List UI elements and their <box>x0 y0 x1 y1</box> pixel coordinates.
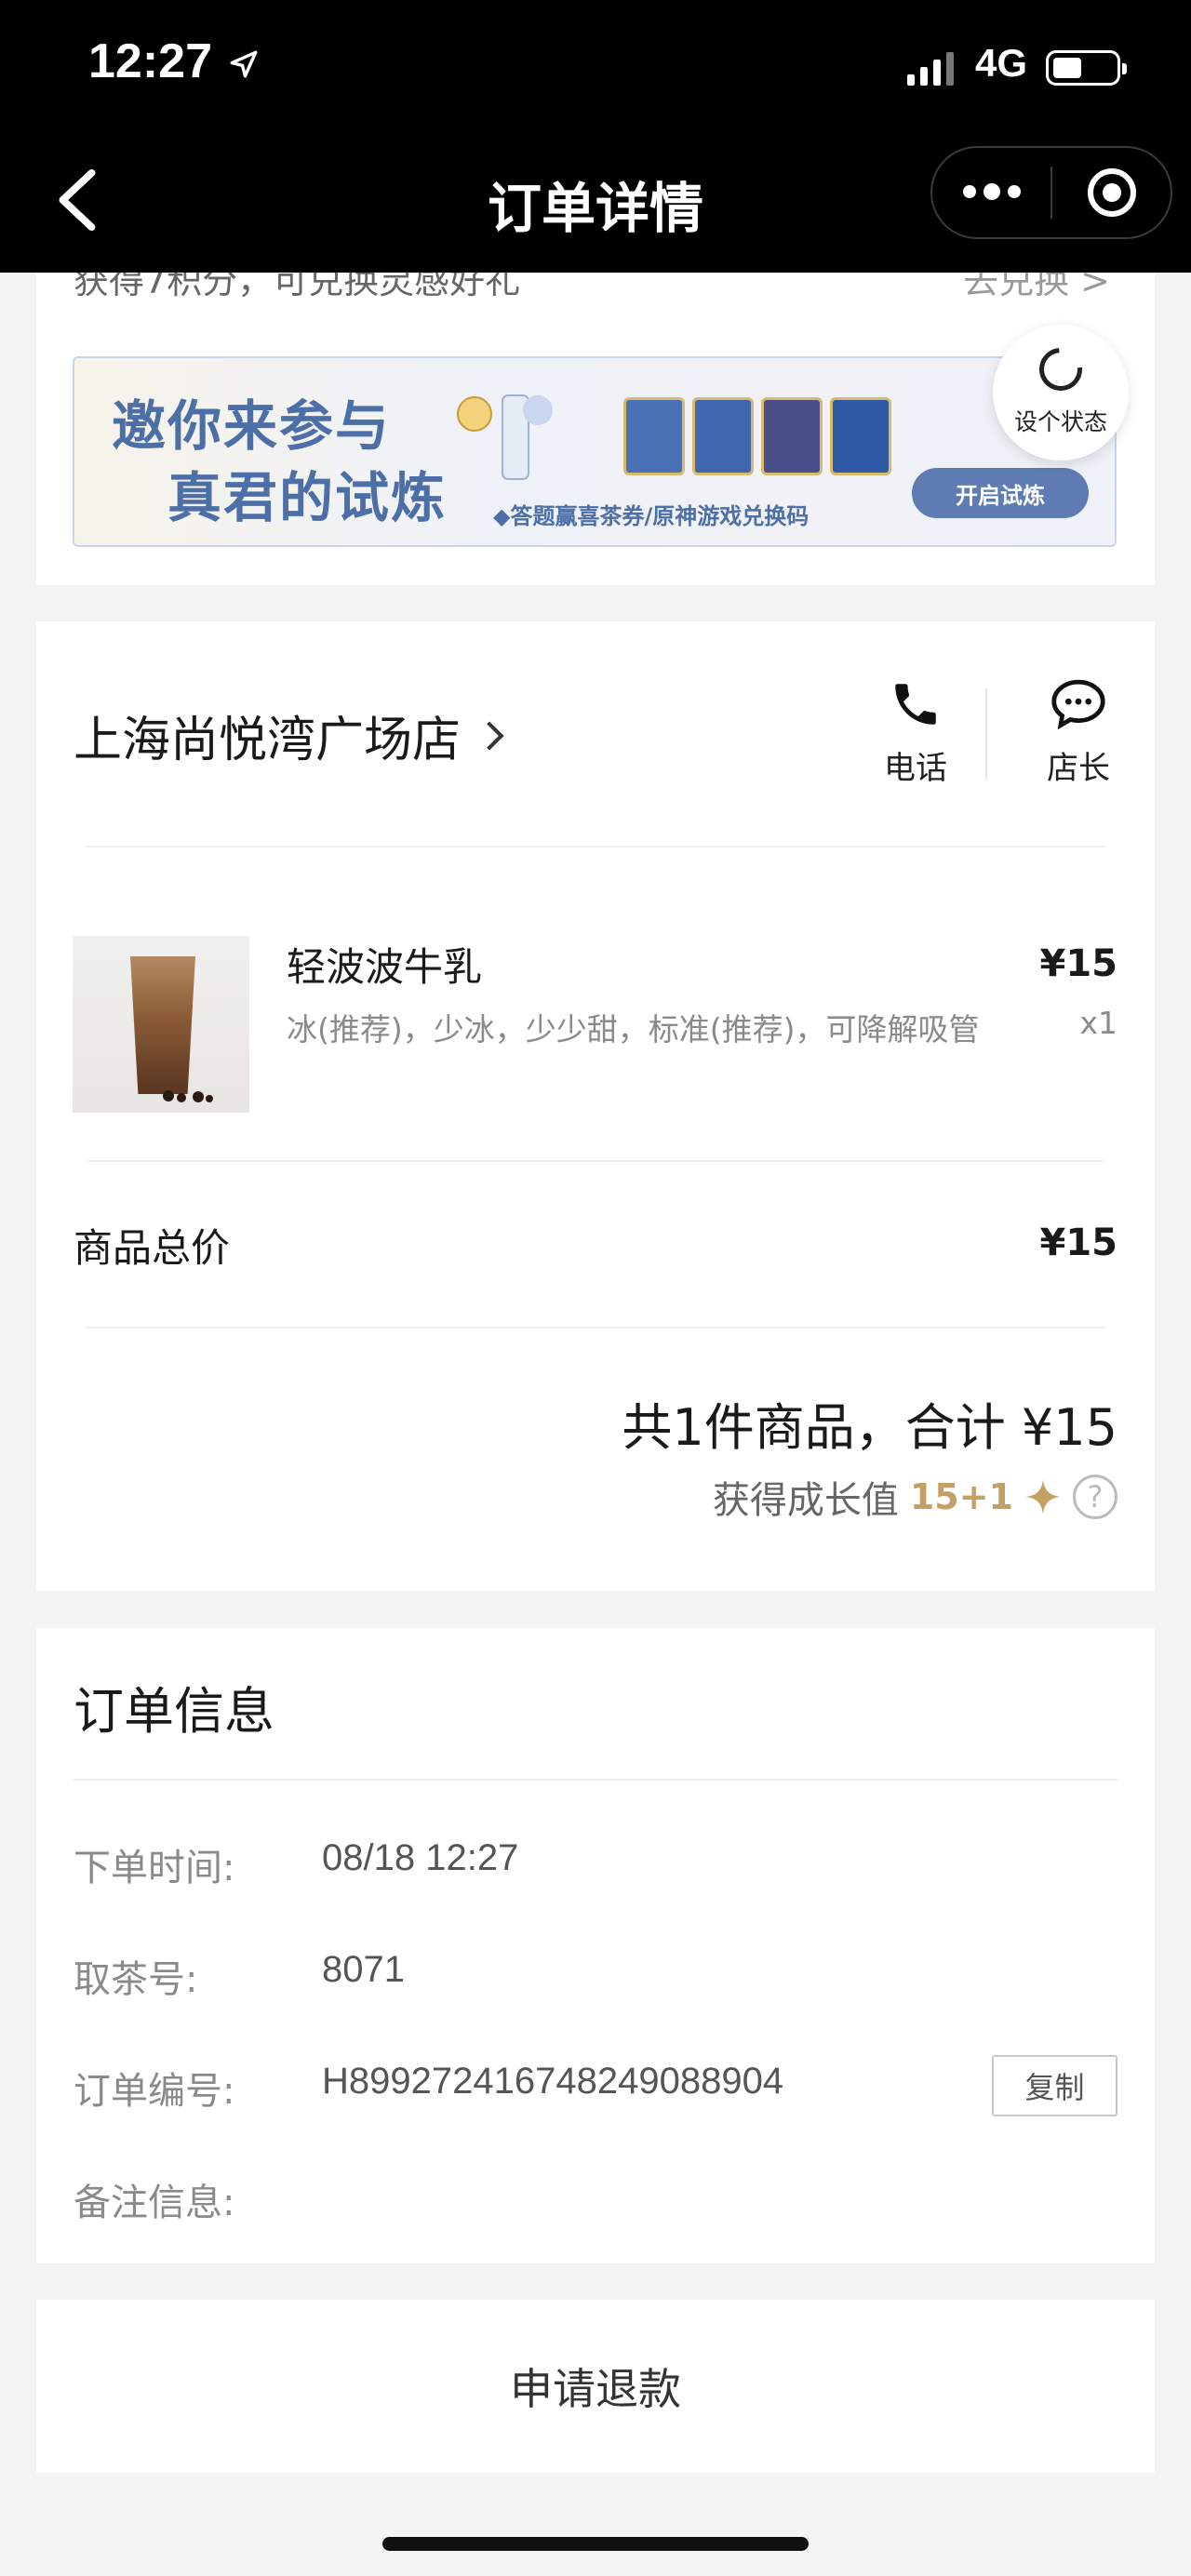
manager-chat-button[interactable]: 店长 <box>1023 677 1134 788</box>
product-spec: 冰(推荐)，少冰，少少甜，标准(推荐)，可降解吸管 <box>287 1011 980 1048</box>
phone-button[interactable]: 电话 <box>855 677 976 788</box>
store-name: 上海尚悦湾广场店 <box>74 713 462 768</box>
phone-icon <box>895 684 936 725</box>
product-qty: x1 <box>1079 1005 1117 1041</box>
set-status-button[interactable]: 设个状态 <box>993 325 1129 460</box>
battery-icon <box>1046 50 1127 86</box>
banner-subtitle: ◆答题赢喜茶券/原神游戏兑换码 <box>493 503 810 529</box>
chat-bubble-icon <box>1051 679 1105 730</box>
phone-label: 电话 <box>884 750 947 787</box>
sparkle-icon <box>1025 1479 1061 1515</box>
status-time: 12:27 <box>88 34 212 88</box>
order-number-label: 订单编号: <box>74 2070 235 2113</box>
banner-title-line2: 真君的试炼 <box>167 466 448 529</box>
product-price: ¥15 <box>1039 942 1118 985</box>
product-image <box>73 936 249 1113</box>
growth-points: 获得成长值 15+1 ? <box>713 1470 1117 1524</box>
order-time-value: 08/18 12:27 <box>322 1837 519 1878</box>
top-bar: 12:27 4G 订单详情 <box>0 0 1191 273</box>
target-icon <box>1087 168 1136 217</box>
status-ring-icon <box>1030 339 1091 400</box>
prize-card-icon <box>830 397 891 475</box>
order-info-card: 订单信息 下单时间: 08/18 12:27 取茶号: 8071 订单编号: H… <box>36 1628 1155 2263</box>
points-card: 获得7积分，可兑换灵感好礼 去兑换 > 邀你来参与 真君的试炼 ◆答题赢喜茶券/… <box>36 273 1155 585</box>
order-time-label: 下单时间: <box>74 1847 235 1889</box>
mini-program-capsule <box>930 146 1172 239</box>
remarks-label: 备注信息: <box>74 2182 235 2224</box>
location-arrow-icon <box>230 50 258 78</box>
points-text: 获得7积分，可兑换灵感好礼 <box>74 273 521 301</box>
promo-banner[interactable]: 邀你来参与 真君的试炼 ◆答题赢喜茶券/原神游戏兑换码 开启试炼 <box>73 356 1117 547</box>
growth-value: 15+1 <box>909 1476 1013 1517</box>
order-items-card: 上海尚悦湾广场店 电话 店长 轻波波牛乳 冰(推荐)，少冰，少少甜，标准(推荐)… <box>36 621 1155 1591</box>
manager-label: 店长 <box>1047 750 1110 787</box>
order-total: 共1件商品，合计 ¥15 <box>622 1398 1117 1457</box>
home-indicator <box>382 2537 809 2551</box>
more-button[interactable] <box>932 148 1050 237</box>
more-dots-icon <box>962 183 1021 200</box>
character-illustration <box>457 394 553 480</box>
prize-card-icon <box>761 397 823 475</box>
pickup-number-label: 取茶号: <box>74 1958 198 2001</box>
help-icon[interactable]: ? <box>1073 1475 1117 1519</box>
copy-button[interactable]: 复制 <box>992 2055 1117 2116</box>
order-number-value: H89927241674824908890​4 <box>322 2061 784 2102</box>
order-info-title: 订单信息 <box>74 1682 274 1741</box>
start-trial-button[interactable]: 开启试炼 <box>912 468 1089 518</box>
subtotal-value: ¥15 <box>1039 1221 1118 1264</box>
refund-label: 申请退款 <box>510 2364 681 2414</box>
prize-card-icon <box>692 397 754 475</box>
redeem-link[interactable]: 去兑换 > <box>963 273 1110 303</box>
product-name: 轻波波牛乳 <box>287 944 483 990</box>
growth-label: 获得成长值 <box>712 1479 899 1522</box>
close-mini-program-button[interactable] <box>1052 148 1171 237</box>
banner-title-line1: 邀你来参与 <box>112 394 392 458</box>
subtotal-label: 商品总价 <box>74 1225 231 1271</box>
chevron-right-icon <box>475 720 504 751</box>
prize-card-icon <box>623 397 685 475</box>
network-type: 4G <box>975 41 1028 85</box>
pickup-number-value: 8071 <box>322 1949 405 1990</box>
signal-icon <box>907 48 954 86</box>
refund-button[interactable]: 申请退款 <box>36 2300 1155 2473</box>
set-status-label: 设个状态 <box>1013 408 1107 435</box>
store-link[interactable]: 上海尚悦湾广场店 <box>74 701 504 770</box>
